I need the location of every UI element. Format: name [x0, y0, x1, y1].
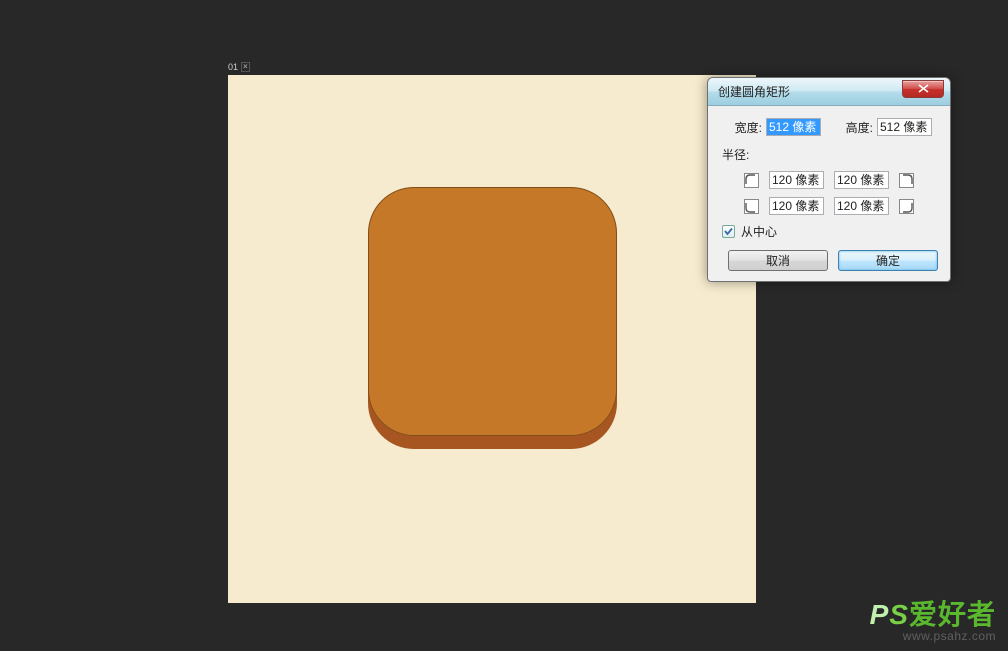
- from-center-label: 从中心: [741, 223, 777, 240]
- radius-br-input[interactable]: 120 像素: [834, 197, 889, 215]
- height-label: 高度:: [837, 119, 873, 136]
- watermark-brand: PS爱好者: [870, 593, 996, 633]
- radius-row-bottom: 120 像素 120 像素: [720, 197, 938, 215]
- dialog-body: 宽度: 512 像素 高度: 512 像素 半径: 120 像素 120 像素 …: [708, 106, 950, 281]
- document-tab[interactable]: 01 ×: [228, 62, 253, 72]
- width-label: 宽度:: [726, 119, 762, 136]
- from-center-checkbox[interactable]: [722, 225, 735, 238]
- dimensions-row: 宽度: 512 像素 高度: 512 像素: [720, 118, 938, 136]
- document-window: 01 ×: [228, 75, 756, 603]
- radius-tr-input[interactable]: 120 像素: [834, 171, 889, 189]
- width-input[interactable]: 512 像素: [766, 118, 821, 136]
- corner-tr-icon[interactable]: [899, 173, 914, 188]
- dialog-title: 创建圆角矩形: [718, 83, 790, 100]
- close-tab-icon[interactable]: ×: [241, 62, 250, 72]
- radius-bl-input[interactable]: 120 像素: [769, 197, 824, 215]
- radius-tl-input[interactable]: 120 像素: [769, 171, 824, 189]
- rounded-rect-shape[interactable]: [368, 187, 617, 436]
- from-center-row: 从中心: [722, 223, 938, 240]
- dialog-close-button[interactable]: [902, 80, 944, 98]
- close-icon: [918, 84, 929, 93]
- cancel-button[interactable]: 取消: [728, 250, 828, 271]
- height-input[interactable]: 512 像素: [877, 118, 932, 136]
- corner-tl-icon[interactable]: [744, 173, 759, 188]
- radius-row-top: 120 像素 120 像素: [720, 171, 938, 189]
- watermark: PS爱好者 www.psahz.com: [870, 593, 996, 643]
- document-tab-label: 01: [228, 62, 238, 72]
- corner-bl-icon[interactable]: [744, 199, 759, 214]
- corner-br-icon[interactable]: [899, 199, 914, 214]
- dialog-button-row: 取消 确定: [720, 250, 938, 271]
- canvas-artboard[interactable]: [228, 75, 756, 603]
- radius-label: 半径:: [722, 146, 938, 163]
- ok-button[interactable]: 确定: [838, 250, 938, 271]
- create-rounded-rectangle-dialog: 创建圆角矩形 宽度: 512 像素 高度: 512 像素 半径: 120 像素 …: [707, 77, 951, 282]
- checkmark-icon: [723, 226, 734, 237]
- dialog-titlebar[interactable]: 创建圆角矩形: [708, 78, 950, 106]
